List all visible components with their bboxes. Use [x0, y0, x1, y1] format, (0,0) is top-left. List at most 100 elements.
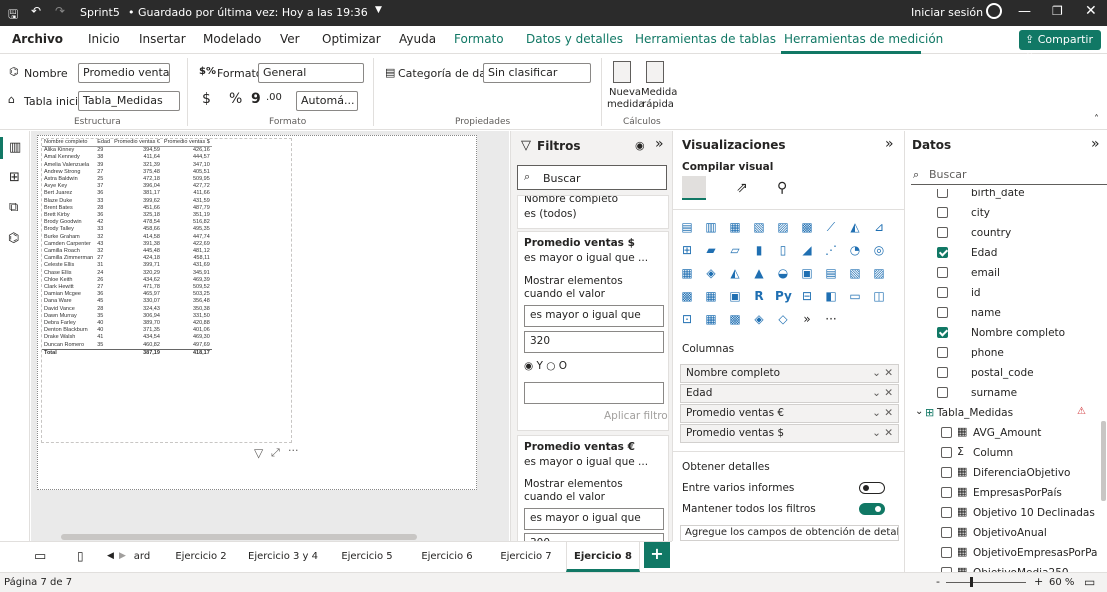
table-row[interactable]: Damian Mcgee 36 465,97 503,25	[42, 291, 212, 298]
table-row[interactable]: Celeste Ellis 31 399,71 431,69	[42, 262, 212, 269]
save-status[interactable]: • Guardado por última vez: Hoy a las 19:…	[128, 6, 368, 19]
clustered-column-icon[interactable]: ▧	[751, 219, 767, 235]
table-header[interactable]: Nombre completo Edad Promedio ventas € Prom…	[42, 139, 212, 147]
quick-measure-button[interactable]: Medida rápida	[641, 87, 677, 111]
page-tab[interactable]: ard	[132, 542, 152, 572]
stacked-area-icon[interactable]: ⊿	[871, 219, 887, 235]
remove-field-icon[interactable]: ⌄ ✕	[872, 387, 893, 399]
treemap-icon[interactable]: ◎	[871, 242, 887, 258]
table-row[interactable]: Amal Kennedy 38 411,64 444,57	[42, 154, 212, 161]
measure-checkbox[interactable]	[941, 527, 952, 538]
condition-select[interactable]: es mayor o igual que	[524, 508, 664, 530]
and-radio[interactable]: ◉ Y ○ O	[524, 360, 567, 372]
new-measure-button[interactable]: Nueva medida	[607, 87, 645, 111]
table-row[interactable]: Denton Blackburn 40 371,35 401,06	[42, 327, 212, 334]
drill-drop-zone[interactable]: Agregue los campos de obtención de detal…	[680, 525, 899, 541]
restore-icon[interactable]: ❐	[1052, 4, 1063, 18]
remove-field-icon[interactable]: ⌄ ✕	[872, 407, 893, 419]
stacked-bar-icon[interactable]: ▤	[679, 219, 695, 235]
area-icon[interactable]: ◭	[847, 219, 863, 235]
more-visuals-icon[interactable]: ◇	[775, 311, 791, 327]
measure-item[interactable]: ▦ ObjetivoEmpresasPorPaís	[905, 543, 1098, 563]
field-item[interactable]: name	[905, 303, 1098, 323]
horizontal-scrollbar[interactable]	[61, 534, 417, 540]
line-column-icon[interactable]: ⊞	[679, 242, 695, 258]
table-row[interactable]: Brody Goodwin 42 478,54 516,82	[42, 219, 212, 226]
condition2-select[interactable]	[524, 382, 664, 404]
table-row[interactable]: Debra Farley 40 389,70 420,88	[42, 320, 212, 327]
table-visual-icon[interactable]	[682, 176, 706, 200]
collapse-pane-icon[interactable]: »	[1091, 136, 1100, 152]
azure-map-icon[interactable]: ▲	[751, 265, 767, 281]
condition-select[interactable]: es mayor o igual que	[524, 305, 664, 327]
column-well-item[interactable]: Nombre completo ⌄ ✕	[680, 364, 899, 383]
redo-icon[interactable]: ↷	[55, 4, 65, 18]
table-row[interactable]: Camden Carpenter 43 391,38 422,69	[42, 241, 212, 248]
zoom-in-button[interactable]: +	[1034, 575, 1043, 588]
tab-archivo[interactable]: Archivo	[12, 32, 63, 46]
table-row[interactable]: Duncan Romero 35 460,82 497,69	[42, 342, 212, 350]
dax-view-icon[interactable]: ⌬	[8, 231, 19, 246]
file-name[interactable]: Sprint5	[80, 6, 120, 19]
condition-value-input[interactable]: 320	[524, 331, 664, 353]
field-item[interactable]: Edad	[905, 243, 1098, 263]
model-view-icon[interactable]: ⧉	[9, 200, 18, 215]
funnel-icon[interactable]: ▯	[775, 242, 791, 258]
field-checkbox[interactable]	[937, 207, 948, 218]
save-icon[interactable]: 🖫	[8, 5, 18, 26]
mobile-layout-icon[interactable]: ▯	[77, 549, 84, 563]
field-item[interactable]: birth_date	[905, 189, 1098, 203]
table-row[interactable]: Brett Kirby 36 325,18 351,19	[42, 212, 212, 219]
measure-checkbox[interactable]	[941, 467, 952, 478]
tab-formato[interactable]: Formato	[454, 32, 504, 46]
measure-checkbox[interactable]	[941, 427, 952, 438]
table-row[interactable]: Brent Bates 28 451,66 487,79	[42, 205, 212, 212]
field-checkbox[interactable]	[937, 307, 948, 318]
field-item[interactable]: country	[905, 223, 1098, 243]
table-row[interactable]: Dana Ware 45 330,07 356,48	[42, 298, 212, 305]
table-visual[interactable]: Nombre completo Edad Promedio ventas € Prom…	[41, 138, 292, 443]
power-automate-icon[interactable]: ▩	[727, 311, 743, 327]
undo-icon[interactable]: ↶	[31, 4, 41, 18]
name-input[interactable]: Promedio ventas €	[78, 63, 170, 83]
page-tab[interactable]: Ejercicio 2	[166, 542, 236, 572]
percent-button[interactable]: %	[229, 91, 242, 107]
stacked-column-icon[interactable]: ▦	[727, 219, 743, 235]
next-page-icon[interactable]: ▶	[119, 551, 126, 561]
account-icon[interactable]	[986, 3, 1002, 19]
decimals-icon[interactable]: .00	[266, 92, 282, 103]
measure-checkbox[interactable]	[941, 507, 952, 518]
tab-inicio[interactable]: Inicio	[88, 32, 120, 46]
pie-icon[interactable]: ⋰	[823, 242, 839, 258]
map-icon[interactable]: ▦	[679, 265, 695, 281]
zoom-slider-thumb[interactable]	[970, 577, 973, 587]
tab-herramientas-medicion[interactable]: Herramientas de medición	[784, 32, 943, 46]
field-item[interactable]: postal_code	[905, 363, 1098, 383]
fit-page-icon[interactable]: ▭	[1084, 575, 1095, 589]
analytics-icon[interactable]: ⚲	[777, 180, 787, 196]
tab-datos-detalles[interactable]: Datos y detalles	[526, 32, 623, 46]
category-select[interactable]: Sin clasificar	[483, 63, 591, 83]
narrative-icon[interactable]: ▭	[847, 288, 863, 304]
vertical-scrollbar[interactable]	[1101, 421, 1106, 501]
page-tab[interactable]: Ejercicio 3 y 4	[240, 542, 326, 572]
collapse-ribbon-icon[interactable]: ˄	[1094, 114, 1099, 125]
table-view-icon[interactable]: ⊞	[9, 170, 20, 185]
remove-field-icon[interactable]: ⌄ ✕	[872, 427, 893, 439]
field-item[interactable]: email	[905, 263, 1098, 283]
tab-ver[interactable]: Ver	[280, 32, 300, 46]
tab-modelado[interactable]: Modelado	[203, 32, 261, 46]
chevron-down-icon[interactable]: ⌄	[915, 406, 923, 417]
multirow-card-icon[interactable]: ▤	[823, 265, 839, 281]
measure-checkbox[interactable]	[941, 487, 952, 498]
home-table-select[interactable]: Tabla_Medidas	[78, 91, 180, 111]
field-checkbox[interactable]	[937, 189, 948, 198]
shape-map-icon[interactable]: ◭	[727, 265, 743, 281]
table-row[interactable]: Chase Ellis 24 320,29 345,91	[42, 270, 212, 277]
matrix-icon[interactable]: ▦	[703, 288, 719, 304]
field-item[interactable]: city	[905, 203, 1098, 223]
clustered-bar-icon[interactable]: ▥	[703, 219, 719, 235]
close-icon[interactable]: ✕	[1085, 3, 1097, 19]
desktop-layout-icon[interactable]: ▭	[34, 549, 46, 564]
tab-insertar[interactable]: Insertar	[139, 32, 186, 46]
